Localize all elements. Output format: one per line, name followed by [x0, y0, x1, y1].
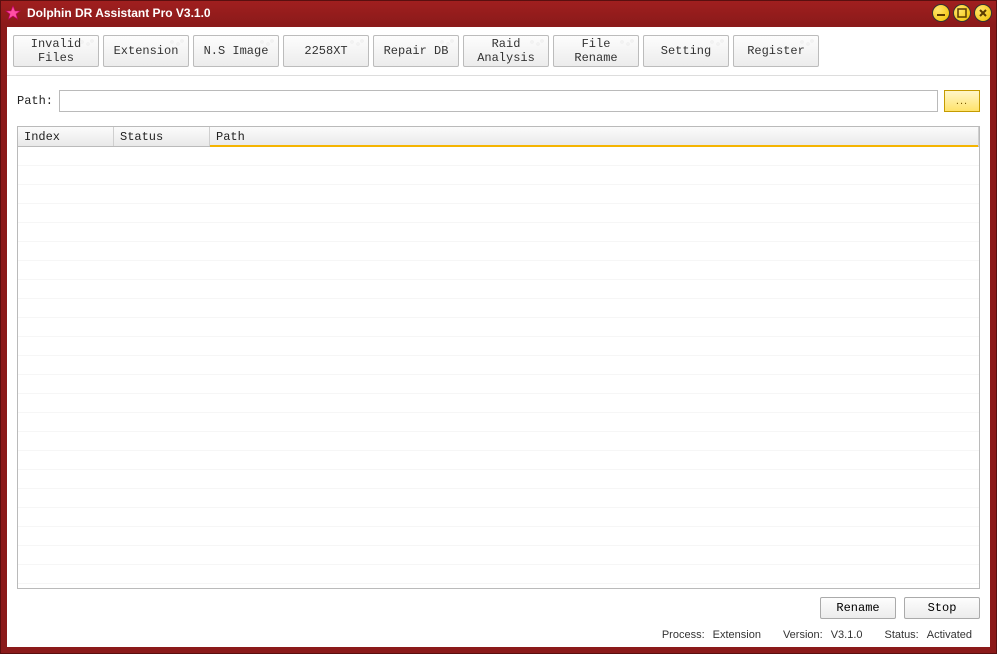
path-row: Path: ...	[7, 76, 990, 118]
2258xt-button[interactable]: 2258XT	[283, 35, 369, 67]
extension-button[interactable]: Extension	[103, 35, 189, 67]
minimize-button[interactable]	[932, 4, 950, 22]
version-value: V3.1.0	[831, 629, 863, 641]
setting-button[interactable]: Setting	[643, 35, 729, 67]
browse-button[interactable]: ...	[944, 90, 980, 112]
app-window: Dolphin DR Assistant Pro V3.1.0 Invalid …	[0, 0, 997, 654]
repair-db-button[interactable]: Repair DB	[373, 35, 459, 67]
stop-button[interactable]: Stop	[904, 597, 980, 619]
app-star-icon	[5, 5, 21, 21]
window-controls	[932, 4, 992, 22]
version-label: Version:	[783, 629, 823, 641]
client-area: Invalid Files Extension N.S Image 2258XT…	[7, 27, 990, 647]
status-label: Status:	[885, 629, 919, 641]
process-label: Process:	[662, 629, 705, 641]
grid-header: Index Status Path	[18, 127, 979, 147]
rename-button[interactable]: Rename	[820, 597, 896, 619]
path-input[interactable]	[59, 90, 938, 112]
window-title: Dolphin DR Assistant Pro V3.1.0	[27, 6, 932, 20]
status-process: Process: Extension	[662, 629, 761, 641]
file-rename-button[interactable]: File Rename	[553, 35, 639, 67]
column-header-status[interactable]: Status	[114, 127, 210, 146]
column-header-path[interactable]: Path	[210, 127, 979, 146]
close-button[interactable]	[974, 4, 992, 22]
invalid-files-button[interactable]: Invalid Files	[13, 35, 99, 67]
bottom-actions: Rename Stop	[7, 589, 990, 625]
register-button[interactable]: Register	[733, 35, 819, 67]
main-toolbar: Invalid Files Extension N.S Image 2258XT…	[7, 27, 990, 76]
results-grid: Index Status Path	[17, 126, 980, 589]
maximize-button[interactable]	[953, 4, 971, 22]
titlebar[interactable]: Dolphin DR Assistant Pro V3.1.0	[1, 1, 996, 25]
process-value: Extension	[713, 629, 761, 641]
raid-analysis-button[interactable]: Raid Analysis	[463, 35, 549, 67]
status-version: Version: V3.1.0	[783, 629, 863, 641]
status-activation: Status: Activated	[885, 629, 973, 641]
statusbar: Process: Extension Version: V3.1.0 Statu…	[7, 625, 990, 647]
grid-body[interactable]	[18, 147, 979, 588]
status-value: Activated	[927, 629, 972, 641]
column-header-index[interactable]: Index	[18, 127, 114, 146]
ns-image-button[interactable]: N.S Image	[193, 35, 279, 67]
path-label: Path:	[17, 94, 53, 108]
ellipsis-icon: ...	[956, 95, 968, 107]
